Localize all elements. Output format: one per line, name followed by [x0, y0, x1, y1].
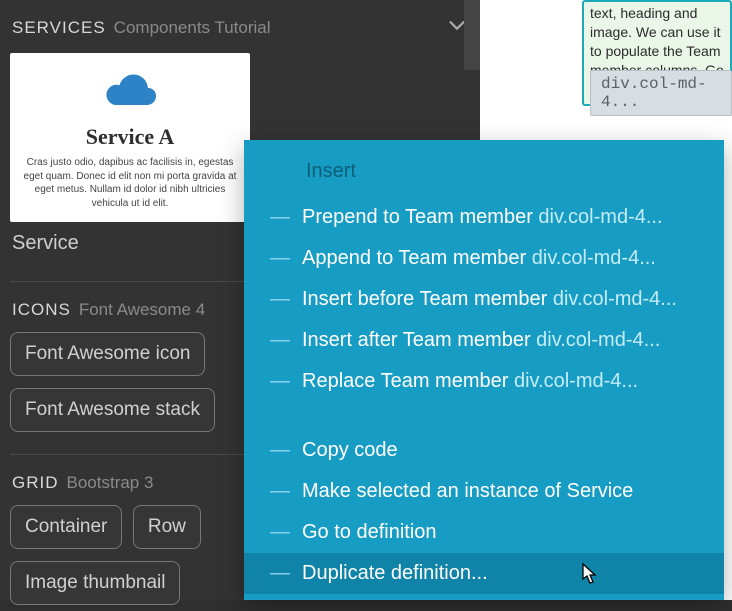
- dash-icon: —: [270, 439, 288, 462]
- menu-suffix: div.col-md-4...: [536, 329, 660, 351]
- section-title: SERVICES: [12, 18, 106, 38]
- section-subtitle: Components Tutorial: [114, 18, 271, 38]
- dash-icon: —: [270, 562, 288, 585]
- menu-suffix: div.col-md-4...: [514, 370, 638, 392]
- menu-label: Make selected an instance of Service: [302, 480, 633, 503]
- menu-label: Insert before Team member: [302, 288, 553, 310]
- section-title: ICONS: [12, 300, 71, 320]
- menu-item-copy-code[interactable]: — Copy code: [244, 430, 724, 471]
- services-section-header[interactable]: SERVICES Components Tutorial: [10, 8, 470, 47]
- dash-icon: —: [270, 329, 288, 352]
- element-tag-chip[interactable]: div.col-md-4...: [590, 70, 732, 116]
- menu-label: Copy code: [302, 439, 398, 462]
- dash-icon: —: [270, 370, 288, 393]
- menu-label: Replace Team member: [302, 370, 514, 392]
- section-subtitle: Font Awesome 4: [79, 300, 205, 320]
- menu-suffix: div.col-md-4...: [532, 247, 656, 269]
- card-description: Cras justo odio, dapibus ac facilisis in…: [16, 156, 244, 210]
- dash-icon: —: [270, 521, 288, 544]
- dash-icon: —: [270, 247, 288, 270]
- cloud-icon: [16, 67, 244, 116]
- menu-label: Go to definition: [302, 521, 437, 544]
- menu-suffix: div.col-md-4...: [553, 288, 677, 310]
- menu-suffix: div.col-md-4...: [538, 206, 662, 228]
- menu-item-insert-after[interactable]: — Insert after Team member div.col-md-4.…: [244, 320, 724, 361]
- menu-item-insert-before[interactable]: — Insert before Team member div.col-md-4…: [244, 279, 724, 320]
- service-preview-card[interactable]: Service A Cras justo odio, dapibus ac fa…: [10, 53, 250, 222]
- menu-label: Duplicate definition...: [302, 562, 488, 585]
- card-title: Service A: [16, 124, 244, 150]
- component-pill[interactable]: Image thumbnail: [10, 561, 180, 605]
- dash-icon: —: [270, 480, 288, 503]
- sidebar-scrollbar[interactable]: [464, 0, 480, 70]
- menu-section-header: Insert: [244, 152, 724, 197]
- menu-item-duplicate-definition[interactable]: — Duplicate definition...: [244, 553, 724, 594]
- menu-label: Append to Team member: [302, 247, 532, 269]
- component-pill[interactable]: Container: [10, 505, 122, 549]
- menu-item-go-to-definition[interactable]: — Go to definition: [244, 512, 724, 553]
- component-pill[interactable]: Row: [133, 505, 201, 549]
- component-pill[interactable]: Font Awesome icon: [10, 332, 205, 376]
- context-menu: Insert — Prepend to Team member div.col-…: [244, 140, 724, 600]
- dash-icon: —: [270, 206, 288, 229]
- section-subtitle: Bootstrap 3: [67, 473, 154, 493]
- menu-item-append[interactable]: — Append to Team member div.col-md-4...: [244, 238, 724, 279]
- menu-label: Insert after Team member: [302, 329, 536, 351]
- dash-icon: —: [270, 288, 288, 311]
- menu-item-make-instance[interactable]: — Make selected an instance of Service: [244, 471, 724, 512]
- menu-item-replace[interactable]: — Replace Team member div.col-md-4...: [244, 361, 724, 402]
- menu-item-prepend[interactable]: — Prepend to Team member div.col-md-4...: [244, 197, 724, 238]
- section-title: GRID: [12, 473, 59, 493]
- menu-label: Prepend to Team member: [302, 206, 538, 228]
- component-pill[interactable]: Font Awesome stack: [10, 388, 215, 432]
